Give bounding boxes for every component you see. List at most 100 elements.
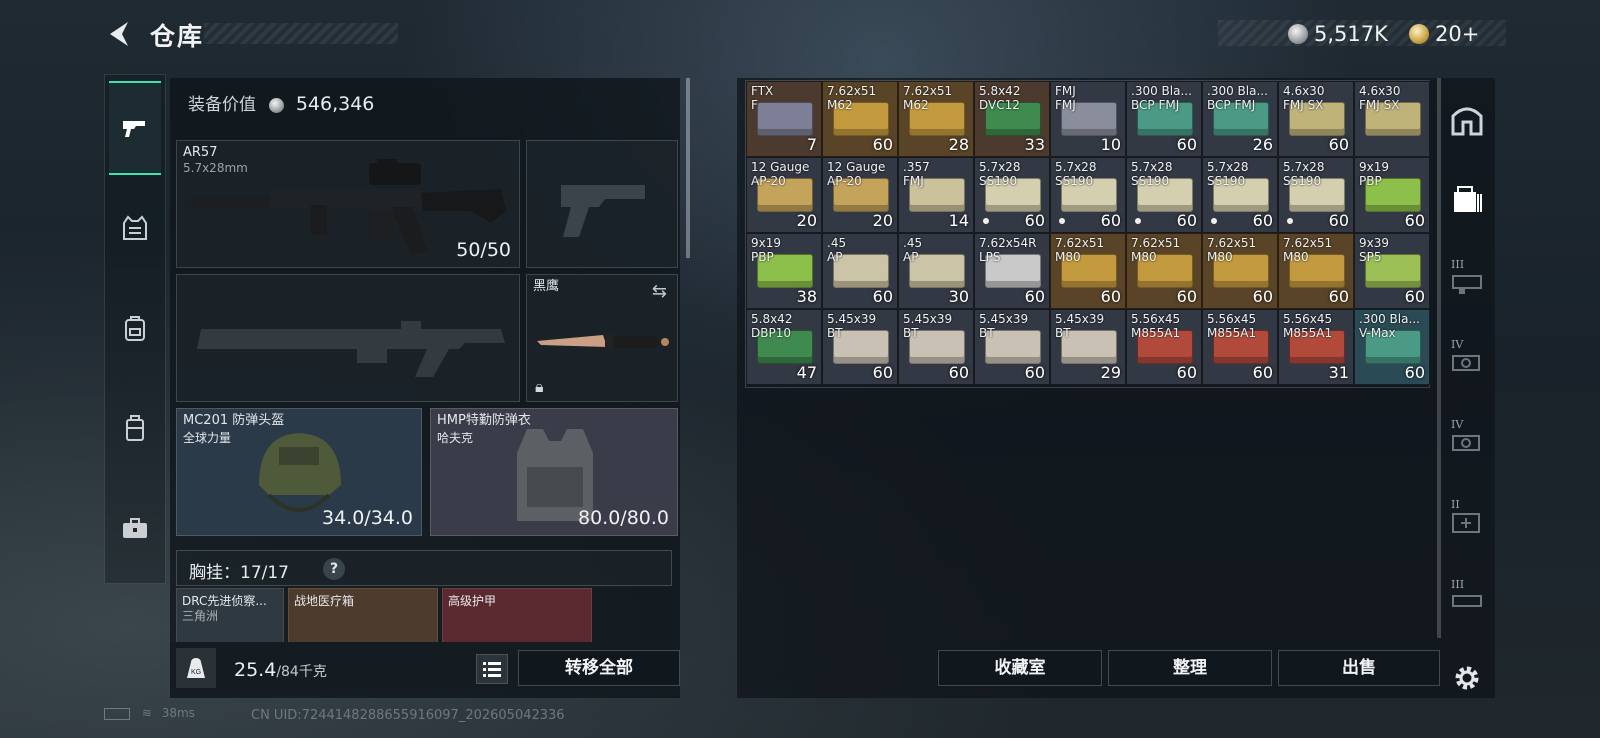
primary-weapon-slot[interactable]: AR57 5.7x28mm 50/50 [176, 140, 520, 268]
melee-slot[interactable]: 黑鹰 ⇆ 🔒︎ [526, 274, 678, 402]
ammo-stack[interactable]: 7.62x51 M80 60 [1278, 233, 1354, 309]
ammo-stack[interactable]: 5.7x28 SS190 60 [1126, 157, 1202, 233]
ammo-stack[interactable]: 5.7x28 SS190 60 [1202, 157, 1278, 233]
ammo-count: 10 [1100, 135, 1121, 154]
ammo-stack[interactable]: 5.7x28 SS190 60 [1278, 157, 1354, 233]
collection-room-button[interactable]: 收藏室 [938, 650, 1102, 686]
ammo-stack[interactable]: 7.62x51 M62 28 [898, 81, 974, 157]
ammo-stack[interactable]: 7.62x51 M62 60 [822, 81, 898, 157]
ammo-stack[interactable]: 5.56x45 M855A1 31 [1278, 309, 1354, 385]
ammo-stack[interactable]: .300 Bla... BCP FMJ 26 [1202, 81, 1278, 157]
chest-rig-header[interactable]: 胸挂：17/17 ? [176, 550, 672, 586]
gold-balance[interactable]: 20+ [1435, 22, 1479, 46]
ammo-stack[interactable]: 4.6x30 FMJ SX 60 [1278, 81, 1354, 157]
ammo-caliber: 4.6x30 FMJ SX [1283, 84, 1325, 112]
ammo-stack[interactable]: 5.56x45 M855A1 60 [1126, 309, 1202, 385]
ammo-caliber: 9x19 PBP [1359, 160, 1390, 188]
sell-button[interactable]: 出售 [1278, 650, 1440, 686]
magazine-ammo: 50/50 [456, 239, 511, 261]
nav-weapons[interactable] [109, 81, 161, 175]
rig-item-faction: 三角洲 [182, 609, 219, 623]
ammo-count: 60 [1404, 287, 1425, 306]
ammo-stack[interactable]: 7.62x54R LPS 60 [974, 233, 1050, 309]
nav-case[interactable] [109, 381, 161, 475]
weight-kg-icon: KG [176, 648, 216, 688]
stash-container-nav: III IV IV II III [1437, 78, 1497, 698]
ammo-stack[interactable]: 4.6x30 FMJ SX [1354, 81, 1430, 157]
silver-coin-icon [1288, 24, 1308, 44]
transfer-all-button[interactable]: 转移全部 [518, 650, 680, 686]
ammo-caliber: 4.6x30 FMJ SX [1359, 84, 1401, 112]
rig-item-medkit[interactable]: 战地医疗箱 [288, 588, 438, 644]
equipment-value-label: 装备价值 [188, 95, 256, 115]
pistol-icon [123, 121, 145, 137]
ammo-count: 60 [948, 363, 969, 382]
ammo-count: 26 [1252, 135, 1273, 154]
nav-backpack[interactable] [109, 281, 161, 375]
ammo-stack[interactable]: 5.45x39 BT 60 [974, 309, 1050, 385]
ammo-stack[interactable]: FMJ FMJ 10 [1050, 81, 1126, 157]
tab-container-IV-b[interactable]: IV [1437, 400, 1497, 480]
rig-item-armor-plate[interactable]: 高级护甲 [442, 588, 592, 644]
ammo-count: 60 [1176, 287, 1197, 306]
ammo-stack[interactable]: 12 Gauge AP-20 20 [822, 157, 898, 233]
armor-slot[interactable]: HMP特勤防弹衣 哈夫克 80.0/80.0 [430, 408, 678, 536]
ammo-caliber: .300 Bla... BCP FMJ [1207, 84, 1268, 112]
tab-container-III[interactable]: III [1437, 240, 1497, 320]
ammo-stack[interactable]: .300 Bla... BCP FMJ 60 [1126, 81, 1202, 157]
nav-toolbox[interactable] [109, 481, 161, 575]
sort-button[interactable]: 整理 [1108, 650, 1272, 686]
tab-container-IV-a[interactable]: IV [1437, 320, 1497, 400]
ammo-stack[interactable]: 9x39 SP5 60 [1354, 233, 1430, 309]
ammo-stack[interactable]: FTX F 7 [746, 81, 822, 157]
ammo-stack[interactable]: 5.7x28 SS190 60 [974, 157, 1050, 233]
ammo-stack[interactable]: 7.62x51 M80 60 [1126, 233, 1202, 309]
secondary-weapon-slot-empty[interactable] [176, 274, 520, 402]
swap-icon[interactable]: ⇆ [652, 281, 667, 302]
ammo-stack[interactable]: 5.8x42 DBP10 47 [746, 309, 822, 385]
ammo-count: 7 [806, 135, 817, 154]
ammo-stack[interactable]: 5.45x39 BT 60 [822, 309, 898, 385]
loadout-scrollbar[interactable] [686, 78, 690, 258]
ammo-stack[interactable]: 5.8x42 DVC12 33 [974, 81, 1050, 157]
ammo-stack[interactable]: 5.56x45 M855A1 60 [1202, 309, 1278, 385]
ammo-caliber: 5.45x39 BT [1055, 312, 1105, 340]
svg-text:KG: KG [191, 669, 201, 676]
ammo-caliber: 5.7x28 SS190 [1131, 160, 1173, 188]
tab-container-II[interactable]: II [1437, 480, 1497, 560]
help-icon[interactable]: ? [323, 558, 345, 580]
ammo-caliber: 7.62x51 M80 [1207, 236, 1257, 264]
ammo-stack[interactable]: .45 AP 30 [898, 233, 974, 309]
pistol-slot-empty[interactable] [526, 140, 678, 268]
ammo-stack[interactable]: .45 AP 60 [822, 233, 898, 309]
nav-armor[interactable] [109, 181, 161, 275]
back-arrow-icon[interactable] [104, 18, 136, 50]
ammo-stack[interactable]: .300 Bla... V-Max 60 [1354, 309, 1430, 385]
ammo-stack[interactable]: 9x19 PBP 60 [1354, 157, 1430, 233]
ammo-stack[interactable]: 7.62x51 M80 60 [1202, 233, 1278, 309]
helmet-faction: 全球力量 [183, 431, 232, 445]
rig-item-drone[interactable]: DRC先进侦察... 三角洲 [176, 588, 284, 644]
ammo-caliber: 5.56x45 M855A1 [1283, 312, 1333, 340]
ammo-stack[interactable]: 5.45x39 BT 29 [1050, 309, 1126, 385]
tab-ammo-box[interactable] [1437, 160, 1497, 240]
ammo-stack[interactable]: 5.7x28 SS190 60 [1050, 157, 1126, 233]
list-view-button[interactable] [476, 654, 508, 684]
weight-current: 25.4 [234, 659, 277, 681]
settings-button[interactable] [1437, 638, 1497, 718]
ammo-count: 60 [1252, 363, 1273, 382]
ammo-stack[interactable]: .357 FMJ 14 [898, 157, 974, 233]
new-item-dot [1211, 218, 1217, 224]
helmet-slot[interactable]: MC201 防弹头盔 全球力量 34.0/34.0 [176, 408, 422, 536]
ammo-stack[interactable]: 9x19 PBP 38 [746, 233, 822, 309]
tab-safe[interactable] [1437, 80, 1497, 160]
tab-container-III-b[interactable]: III [1437, 560, 1497, 640]
ammo-stack[interactable]: 5.45x39 BT 60 [898, 309, 974, 385]
ammo-count: 31 [1328, 363, 1349, 382]
ammo-caliber: 5.7x28 SS190 [1283, 160, 1325, 188]
ammo-caliber: 5.45x39 BT [903, 312, 953, 340]
wifi-icon: ≋ [141, 706, 152, 720]
ammo-count: 60 [1100, 211, 1121, 230]
ammo-stack[interactable]: 7.62x51 M80 60 [1050, 233, 1126, 309]
ammo-stack[interactable]: 12 Gauge AP-20 20 [746, 157, 822, 233]
